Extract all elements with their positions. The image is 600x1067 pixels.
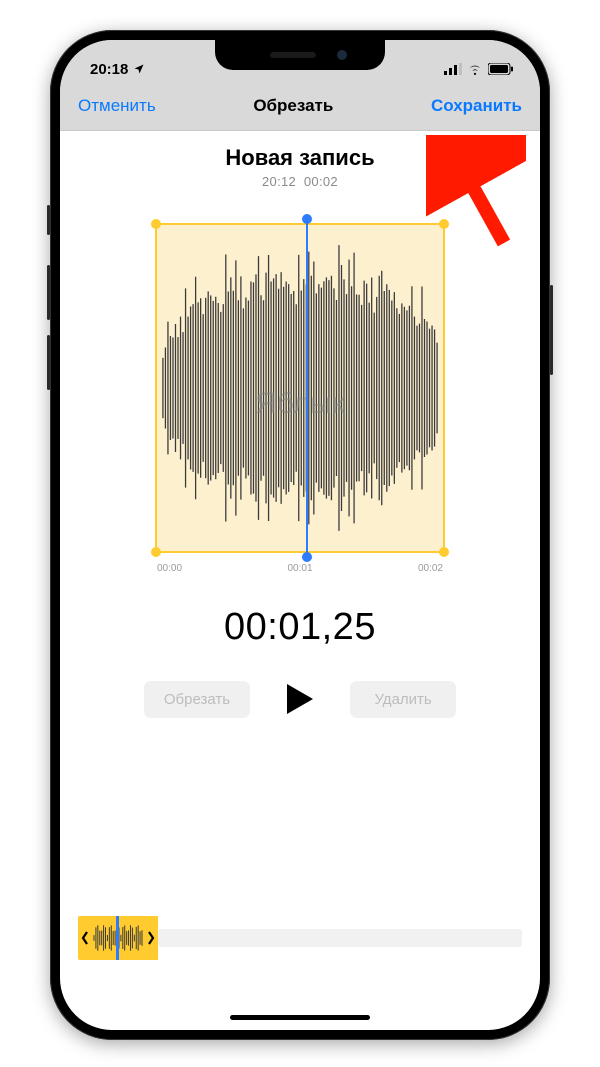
phone-frame: 20:18 [50, 30, 550, 1040]
delete-button[interactable]: Удалить [350, 681, 456, 718]
content: Новая запись 20:12 00:02 Яблык 0 [60, 131, 540, 721]
waveform [157, 225, 443, 551]
axis-tick-0: 00:00 [157, 563, 182, 574]
recording-meta: 20:12 00:02 [60, 174, 540, 189]
axis-tick-1: 00:01 [287, 563, 312, 574]
axis-tick-2: 00:02 [418, 563, 443, 574]
home-indicator[interactable] [230, 1015, 370, 1020]
volume-up-button [47, 265, 50, 320]
time-axis: 00:00 00:01 00:02 [155, 563, 445, 574]
status-time: 20:18 [90, 61, 128, 78]
trim-handle-top-left[interactable] [151, 219, 161, 229]
save-button[interactable]: Сохранить [431, 96, 522, 116]
trim-handle-bottom-left[interactable] [151, 547, 161, 557]
recording-duration: 00:02 [304, 174, 338, 189]
recording-title: Новая запись [60, 145, 540, 171]
battery-icon [488, 63, 514, 75]
playhead[interactable] [306, 219, 308, 557]
cancel-button[interactable]: Отменить [78, 96, 156, 116]
nav-bar: Отменить Обрезать Сохранить [60, 86, 540, 131]
nav-title: Обрезать [253, 96, 333, 116]
volume-down-button [47, 335, 50, 390]
cellular-signal-icon [444, 63, 462, 75]
mini-timeline[interactable] [78, 916, 522, 960]
trim-handle-top-right[interactable] [439, 219, 449, 229]
mini-trim-grip-right[interactable] [144, 916, 158, 960]
controls-row: Обрезать Удалить [60, 677, 540, 721]
chevron-left-icon [81, 930, 89, 946]
location-icon [133, 63, 145, 75]
wifi-icon [467, 63, 483, 75]
power-button [550, 285, 553, 375]
mini-trim-grip-left[interactable] [78, 916, 92, 960]
waveform-zone: Яблык 00:00 00:01 00:02 [155, 223, 445, 574]
trim-button[interactable]: Обрезать [144, 681, 250, 718]
play-button[interactable] [278, 677, 322, 721]
recording-created-time: 20:12 [262, 174, 296, 189]
notch [215, 40, 385, 70]
mini-trim-clip[interactable] [78, 916, 158, 960]
current-time: 00:01,25 [60, 606, 540, 649]
chevron-right-icon [147, 930, 155, 946]
mini-playhead[interactable] [116, 916, 119, 960]
screen: 20:18 [60, 40, 540, 1030]
silence-switch [47, 205, 50, 235]
mini-timeline-track[interactable] [158, 929, 522, 947]
play-icon [285, 682, 315, 716]
trim-handle-bottom-right[interactable] [439, 547, 449, 557]
trim-selection[interactable]: Яблык [155, 223, 445, 553]
